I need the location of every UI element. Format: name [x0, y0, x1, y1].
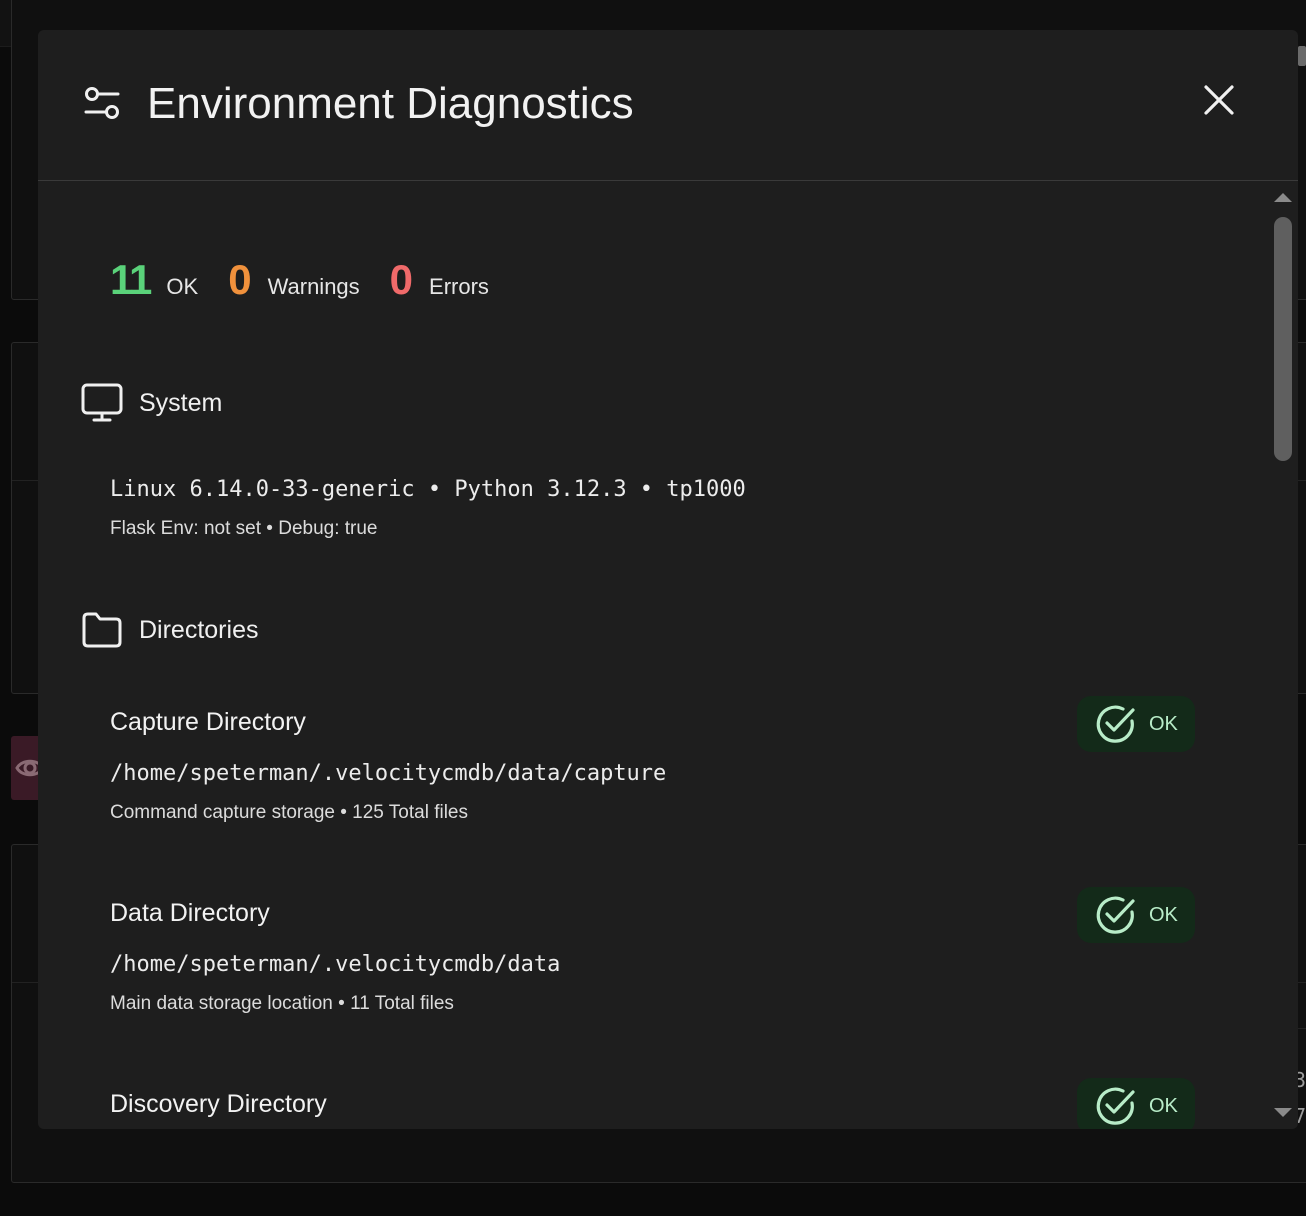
diagnostics-modal: Environment Diagnostics 11 OK 0 Warnings… [38, 30, 1298, 1129]
monitor-icon [81, 383, 123, 422]
folder-icon [82, 612, 122, 648]
ok-label: OK [166, 274, 199, 299]
status-badge-label: OK [1149, 903, 1178, 926]
scroll-up-arrow[interactable] [1274, 193, 1292, 202]
check-circle-icon [1096, 896, 1135, 934]
status-summary: 11 OK 0 Warnings 0 Errors [110, 255, 519, 305]
background-divider [1298, 1028, 1306, 1029]
errors-label: Errors [429, 274, 489, 299]
system-env: Flask Env: not set • Debug: true [110, 518, 378, 539]
directory-path: /home/speterman/.velocitycmdb/data [110, 952, 561, 977]
status-badge: OK [1077, 887, 1195, 943]
directory-description: Command capture storage • 125 Total file… [110, 802, 468, 823]
directory-name: Discovery Directory [110, 1090, 327, 1118]
warnings-count: 0 [228, 256, 252, 303]
status-badge-label: OK [1149, 1094, 1178, 1117]
status-badge-label: OK [1149, 712, 1178, 735]
system-section-heading: System [81, 383, 222, 423]
modal-body: 11 OK 0 Warnings 0 Errors System Linux 6… [38, 181, 1298, 1129]
modal-title: Environment Diagnostics [147, 79, 634, 128]
check-circle-icon [1096, 705, 1135, 743]
directories-heading: Directories [139, 615, 259, 644]
modal-header: Environment Diagnostics [38, 30, 1298, 181]
directory-path: /home/speterman/.velocitycmdb/data/captu… [110, 761, 667, 786]
scrollbar-thumb[interactable] [1274, 217, 1292, 461]
background-scrollbar[interactable] [1298, 46, 1306, 66]
directories-section-heading: Directories [81, 611, 258, 649]
directory-name: Data Directory [110, 899, 270, 927]
warnings-label: Warnings [267, 274, 360, 299]
close-icon [1204, 85, 1234, 115]
close-button[interactable] [1201, 82, 1237, 118]
status-badge: OK [1077, 1078, 1195, 1129]
directory-description: Main data storage location • 11 Total fi… [110, 993, 454, 1014]
errors-count: 0 [389, 256, 414, 303]
status-badge: OK [1077, 696, 1195, 752]
system-heading: System [139, 388, 223, 417]
system-info: Linux 6.14.0-33-generic • Python 3.12.3 … [110, 477, 746, 502]
sliders-icon [84, 87, 120, 119]
directory-name: Capture Directory [110, 708, 306, 736]
check-circle-icon [1096, 1087, 1135, 1125]
scroll-down-arrow[interactable] [1274, 1108, 1292, 1117]
ok-count: 11 [110, 256, 152, 303]
